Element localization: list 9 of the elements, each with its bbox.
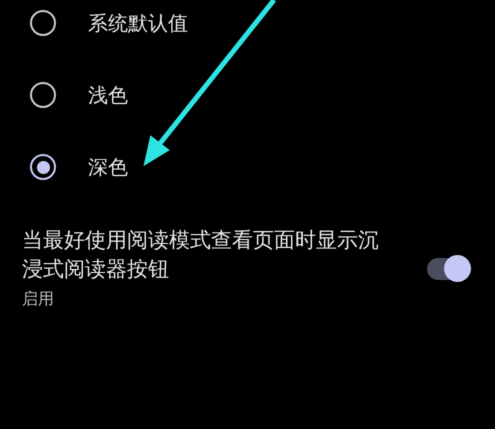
- option-label: 系统默认值: [88, 10, 188, 37]
- radio-button[interactable]: [30, 82, 56, 108]
- radio-button[interactable]: [30, 154, 56, 180]
- setting-title: 当最好使用阅读模式查看页面时显示沉浸式阅读器按钮: [22, 227, 380, 283]
- option-label: 浅色: [88, 82, 128, 109]
- radio-button[interactable]: [30, 10, 56, 36]
- option-label: 深色: [88, 154, 128, 181]
- toggle-switch[interactable]: [427, 258, 471, 280]
- setting-status: 启用: [22, 288, 55, 310]
